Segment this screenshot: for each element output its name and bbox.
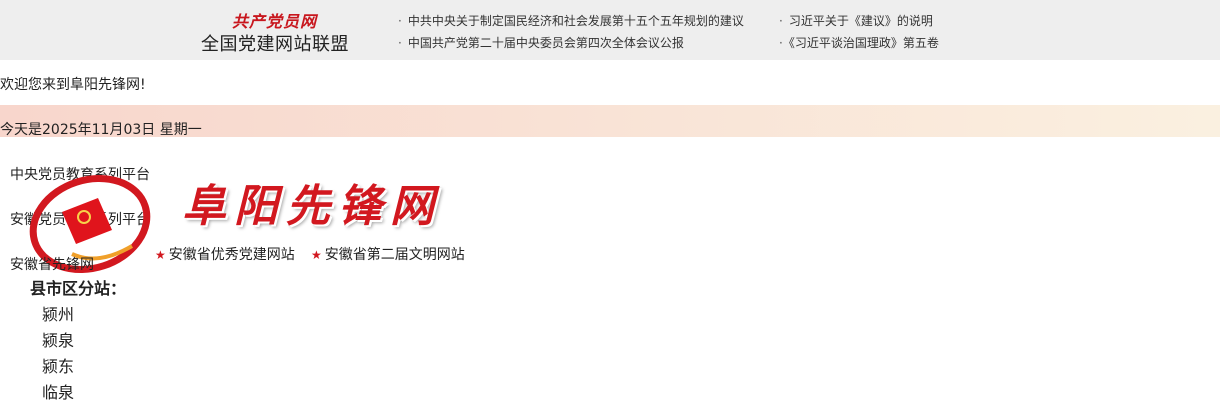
news-link[interactable]: 《习近平谈治国理政》第五卷 — [779, 34, 939, 51]
subsite-link[interactable]: 颍东 — [42, 353, 74, 377]
subsite-link[interactable]: 颍州 — [42, 301, 74, 325]
date-bar: 今天是2025年11月03日 星期一 — [0, 105, 1220, 138]
alliance-name[interactable]: 全国党建网站联盟 — [201, 30, 349, 56]
site-title-logo[interactable]: 阜阳先锋网 — [182, 170, 442, 234]
honor-badge: ★ 安徽省第二届文明网站 — [311, 247, 465, 263]
subsite-link[interactable]: 临泉 — [42, 379, 74, 403]
platform-link-anhui-vanguard[interactable]: 安徽省先锋网 — [10, 254, 94, 274]
news-link[interactable]: 习近平关于《建议》的说明 — [779, 12, 933, 29]
subsites-heading: 县市区分站： — [30, 279, 127, 298]
news-link[interactable]: 中国共产党第二十届中央委员会第四次全体会议公报 — [398, 34, 684, 51]
gongchandangyuan-logo[interactable]: 共产党员网 — [232, 8, 317, 32]
star-icon: ★ — [311, 248, 322, 262]
top-header-bar: 共产党员网 全国党建网站联盟 中共中央关于制定国民经济和社会发展第十五个五年规划… — [0, 0, 1220, 60]
current-date: 今天是2025年11月03日 星期一 — [0, 122, 202, 138]
star-icon: ★ — [155, 248, 166, 262]
subsite-link[interactable]: 颍泉 — [42, 327, 74, 351]
news-link[interactable]: 中共中央关于制定国民经济和社会发展第十五个五年规划的建议 — [398, 12, 744, 29]
honor-badge: ★ 安徽省优秀党建网站 — [155, 247, 295, 263]
welcome-text: 欢迎您来到阜阳先锋网! — [0, 77, 146, 93]
